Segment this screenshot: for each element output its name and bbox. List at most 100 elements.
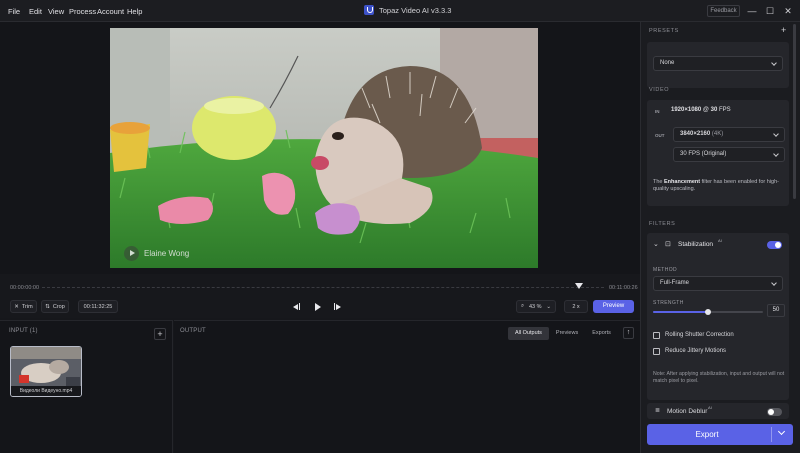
settings-scrollbar[interactable] [793, 24, 796, 199]
strength-slider-handle[interactable] [705, 309, 711, 315]
rolling-shutter-checkbox[interactable] [653, 332, 660, 339]
step-back-icon [293, 303, 298, 310]
arrow-up-icon[interactable]: ↑ [623, 327, 634, 339]
strength-label: STRENGTH [653, 300, 684, 306]
strength-slider[interactable] [653, 309, 763, 315]
play-icon [315, 303, 321, 311]
input-label: INPUT (1) [9, 328, 38, 334]
tab-all-outputs[interactable]: All Outputs [508, 327, 549, 340]
app-title: Topaz Video AI v3.3.3 [364, 5, 451, 15]
output-fps-select[interactable]: 30 FPS (Original) [673, 147, 785, 162]
close-icon[interactable]: ✕ [782, 5, 794, 17]
video-frame[interactable]: Elaine Wong [110, 28, 538, 268]
next-frame-button[interactable] [334, 303, 341, 310]
video-card: IN 1920×1080 @ 30 FPS OUT 3840×2160 (4K)… [647, 100, 789, 206]
input-video-info: 1920×1080 @ 30 FPS [671, 107, 731, 113]
menu-process[interactable]: Process [69, 7, 96, 16]
maximize-icon[interactable]: ☐ [764, 5, 776, 17]
crop-label: Crop [52, 303, 65, 310]
feedback-button[interactable]: Feedback [707, 5, 740, 17]
menu-account[interactable]: Account [97, 7, 124, 16]
stabilization-title: Stabilization [678, 241, 714, 248]
export-button[interactable]: Export [647, 424, 793, 445]
stabilization-ai-badge: AI [718, 238, 722, 243]
output-tabs: All Outputs Previews Exports [508, 327, 618, 340]
chevron-down-icon [771, 280, 777, 286]
menu-view[interactable]: View [48, 7, 64, 16]
output-panel: OUTPUT All Outputs Previews Exports ↑ [174, 320, 640, 453]
add-preset-button[interactable]: + [781, 25, 786, 35]
zoom-select[interactable]: ⌕ 43 % ⌄ [516, 300, 556, 313]
input-thumbnail[interactable]: Видеоли Видеуно.mp4 [10, 346, 82, 397]
strength-slider-fill [653, 311, 708, 313]
crop-icon: ⇅ [45, 303, 50, 310]
watermark-text: Elaine Wong [144, 249, 190, 258]
timeline-bar: 00:00:00:00 00:11:00:26 ✕ Trim ⇅ Crop 00… [0, 274, 640, 318]
step-back-bar-icon [299, 303, 300, 310]
tab-exports[interactable]: Exports [585, 327, 618, 340]
toggle-knob [768, 409, 774, 415]
menu-help[interactable]: Help [127, 7, 142, 16]
output-resolution: 3840×2160 [680, 131, 711, 137]
input-fps-unit: FPS [719, 107, 731, 113]
stabilization-icon: ⊡ [665, 241, 671, 248]
collapse-chevron-icon[interactable]: ⌄ [653, 240, 659, 248]
hedgehog-video-image [110, 28, 538, 268]
chevron-down-icon: ⌄ [546, 303, 551, 310]
input-resolution: 1920×1080 [671, 107, 702, 113]
speed-select[interactable]: 2 x [564, 300, 588, 313]
menu-bar: File Edit View Process Account Help Topa… [0, 0, 800, 22]
stabilization-card: ⌄ ⊡ Stabilization AI METHOD Full-Frame S… [647, 233, 789, 400]
speed-value: 2 x [572, 303, 580, 310]
motion-deblur-icon: ≣ [655, 408, 661, 414]
add-input-button[interactable]: + [154, 328, 166, 340]
zoom-icon: ⌕ [521, 303, 525, 309]
stabilization-toggle[interactable] [767, 241, 782, 249]
output-label: OUTPUT [180, 328, 206, 334]
motion-deblur-toggle[interactable] [767, 408, 782, 416]
app-title-text: Topaz Video AI v3.3.3 [379, 5, 452, 15]
preset-value: None [660, 60, 675, 66]
export-options-chevron-icon[interactable] [777, 427, 786, 436]
minimize-icon[interactable]: — [746, 5, 758, 17]
playhead-handle[interactable] [574, 283, 583, 289]
output-resolution-tag: (4K) [711, 131, 724, 137]
output-fps: 30 FPS (Original) [680, 151, 727, 157]
timeline-start-time: 00:00:00:00 [10, 285, 40, 291]
strength-value[interactable]: 50 [767, 304, 785, 317]
output-resolution-select[interactable]: 3840×2160 (4K) [673, 127, 785, 142]
enhancement-note: The Enhancement filter has been enabled … [653, 179, 783, 193]
motion-deblur-title: Motion Deblur [667, 408, 708, 415]
jittery-checkbox[interactable] [653, 348, 660, 355]
prev-frame-button[interactable] [293, 303, 300, 310]
play-icon [124, 246, 139, 261]
presets-heading: PRESETS [649, 28, 679, 34]
trim-label: Trim [21, 303, 33, 310]
tab-previews[interactable]: Previews [549, 327, 585, 340]
play-button[interactable] [315, 303, 321, 311]
preview-button[interactable]: Preview [593, 300, 634, 313]
output-badge-icon: OUT [655, 133, 665, 138]
chevron-down-icon [771, 60, 777, 66]
rolling-shutter-label: Rolling Shutter Correction [665, 332, 734, 338]
preset-select[interactable]: None [653, 56, 783, 71]
crop-button[interactable]: ⇅ Crop [41, 300, 69, 313]
timeline-end-time: 00:11:00:26 [609, 285, 638, 291]
input-fps: 30 [710, 107, 718, 113]
method-value: Full-Frame [660, 280, 690, 286]
video-watermark: Elaine Wong [124, 246, 189, 261]
note-bold: Enhancement [664, 179, 701, 185]
note-prefix: The [653, 179, 663, 185]
export-divider [771, 427, 772, 442]
chevron-down-icon [773, 131, 779, 137]
timecode-field[interactable]: 00:11:32:25 [78, 300, 118, 313]
video-heading: VIDEO [649, 87, 670, 93]
menu-edit[interactable]: Edit [29, 7, 42, 16]
step-forward-bar-icon [334, 303, 335, 310]
menu-file[interactable]: File [8, 7, 20, 16]
timeline-track[interactable] [42, 287, 604, 288]
presets-card: None [647, 42, 789, 88]
method-select[interactable]: Full-Frame [653, 276, 783, 291]
trim-button[interactable]: ✕ Trim [10, 300, 37, 313]
input-at: @ [702, 107, 709, 113]
